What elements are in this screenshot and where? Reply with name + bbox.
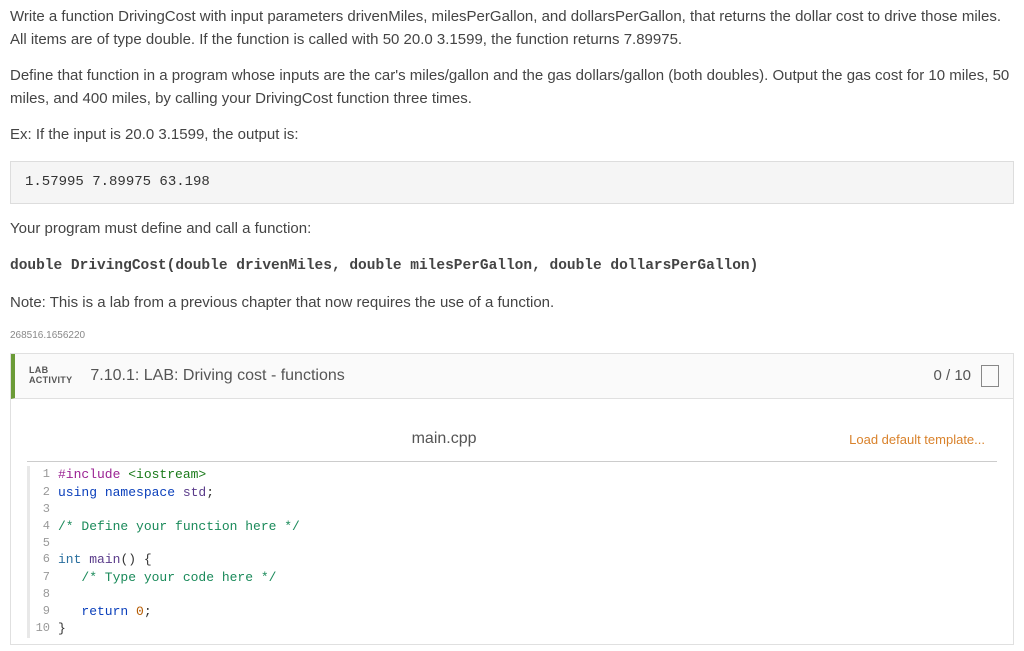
load-default-template-link[interactable]: Load default template... <box>849 430 985 450</box>
lab-label-line2: ACTIVITY <box>29 376 72 386</box>
editor-line[interactable]: 5 <box>30 535 997 551</box>
editor-line[interactable]: 6int main() { <box>30 551 997 569</box>
paragraph-4: Your program must define and call a func… <box>10 218 1014 241</box>
file-bar: main.cpp Load default template... <box>27 419 997 462</box>
line-number: 2 <box>30 484 58 502</box>
code-content[interactable]: } <box>58 620 66 638</box>
line-number: 3 <box>30 501 58 517</box>
paragraph-3: Ex: If the input is 20.0 3.1599, the out… <box>10 124 1014 147</box>
code-content[interactable]: return 0; <box>58 603 152 621</box>
activity-header: LAB ACTIVITY 7.10.1: LAB: Driving cost -… <box>11 354 1013 399</box>
example-output: 1.57995 7.89975 63.198 <box>10 161 1014 204</box>
code-content[interactable]: /* Type your code here */ <box>58 569 276 587</box>
line-number: 6 <box>30 551 58 569</box>
line-number: 4 <box>30 518 58 536</box>
line-number: 5 <box>30 535 58 551</box>
editor-line[interactable]: 9 return 0; <box>30 603 997 621</box>
code-content[interactable]: /* Define your function here */ <box>58 518 300 536</box>
line-number: 10 <box>30 620 58 638</box>
editor-line[interactable]: 1#include <iostream> <box>30 466 997 484</box>
editor-line[interactable]: 3 <box>30 501 997 517</box>
line-number: 9 <box>30 603 58 621</box>
code-content[interactable]: #include <iostream> <box>58 466 206 484</box>
editor-line[interactable]: 4/* Define your function here */ <box>30 518 997 536</box>
activity-score: 0 / 10 <box>933 365 971 388</box>
paragraph-2: Define that function in a program whose … <box>10 65 1014 110</box>
lab-label: LAB ACTIVITY <box>29 366 72 386</box>
editor-line[interactable]: 10} <box>30 620 997 638</box>
line-number: 1 <box>30 466 58 484</box>
paragraph-5: Note: This is a lab from a previous chap… <box>10 292 1014 315</box>
paragraph-1: Write a function DrivingCost with input … <box>10 6 1014 51</box>
function-signature: double DrivingCost(double drivenMiles, d… <box>10 258 758 274</box>
reference-id: 268516.1656220 <box>10 328 1014 343</box>
activity-body: main.cpp Load default template... 1#incl… <box>11 399 1013 643</box>
lab-activity-box: LAB ACTIVITY 7.10.1: LAB: Driving cost -… <box>10 353 1014 644</box>
activity-title: 7.10.1: LAB: Driving cost - functions <box>90 364 933 388</box>
editor-line[interactable]: 7 /* Type your code here */ <box>30 569 997 587</box>
editor-line[interactable]: 8 <box>30 586 997 602</box>
score-box-icon <box>981 365 999 387</box>
instructions: Write a function DrivingCost with input … <box>10 6 1014 343</box>
filename-label: main.cpp <box>39 427 849 451</box>
code-content[interactable]: int main() { <box>58 551 152 569</box>
code-editor[interactable]: 1#include <iostream>2using namespace std… <box>27 466 997 637</box>
code-content[interactable]: using namespace std; <box>58 484 214 502</box>
line-number: 8 <box>30 586 58 602</box>
line-number: 7 <box>30 569 58 587</box>
editor-line[interactable]: 2using namespace std; <box>30 484 997 502</box>
